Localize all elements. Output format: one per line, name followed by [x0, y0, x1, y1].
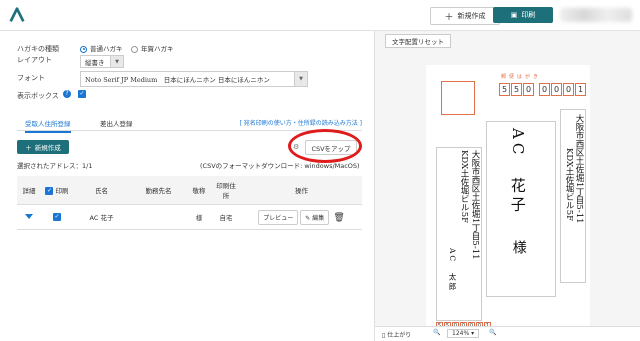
type-radio-newyear[interactable]: 年賀ハガキ: [131, 43, 174, 53]
check-icon[interactable]: ✓: [45, 187, 54, 195]
expand-cell[interactable]: [17, 204, 41, 230]
postal-separator: [535, 83, 538, 96]
type-option-normal-label: 普通ハガキ: [90, 45, 123, 53]
postal-digit: 1: [575, 83, 586, 96]
postal-digit: 0: [563, 83, 574, 96]
tab-bar: 受取人住所登録 差出人登録 [ 宛名印刷の使い方・住所録の読み込み方法 ]: [17, 114, 363, 133]
postal-digit: 0: [551, 83, 562, 96]
selected-count: 選択されたアドレス：1/1: [17, 162, 93, 170]
table-header: 詳細 ✓ 印刷 氏名 勤務先名 敬称 印刷住所 操作: [17, 176, 362, 205]
printer-icon: ▣: [510, 11, 518, 19]
col-name: 氏名: [73, 176, 130, 205]
col-print-label: 印刷: [55, 187, 69, 195]
col-address: 印刷住所: [211, 176, 241, 205]
zoom-select[interactable]: 124% ▾: [447, 329, 480, 338]
zoom-in-icon[interactable]: 🔍: [489, 329, 496, 336]
font-label: フォント: [17, 74, 45, 82]
caret-down-icon: [25, 214, 33, 219]
type-option-newyear-label: 年賀ハガキ: [141, 45, 174, 53]
edit-button[interactable]: ✎ 編集: [300, 209, 330, 225]
font-select-value: Noto Serif JP Medium 日本にほんニホン 日本にほんニホン: [85, 76, 270, 84]
postal-digit: 5: [511, 83, 522, 96]
address-line2: KDX土佐堀ビル5F: [564, 148, 574, 222]
print-button-label: 印刷: [521, 11, 536, 19]
name-cell: AC 花子: [73, 204, 130, 230]
address-table: 詳細 ✓ 印刷 氏名 勤務先名 敬称 印刷住所 操作 ✓ AC 花子 様 自宅 …: [17, 176, 362, 230]
document-icon: ▯: [382, 332, 386, 339]
new-button-label: 新規作成: [457, 12, 486, 20]
font-select[interactable]: Noto Serif JP Medium 日本にほんニホン 日本にほんニホン ▼: [80, 71, 308, 87]
layout-select-value: 縦書き: [85, 58, 105, 67]
honorific-text: 様: [510, 240, 527, 254]
sender-address2: KDX土佐堀ビル5F: [459, 150, 469, 224]
col-actions: 操作: [241, 176, 362, 205]
recipient-address-box[interactable]: 大阪市西区土佐堀1丁目5-11 KDX土佐堀ビル5F: [560, 109, 586, 283]
add-address-label: 新規作成: [34, 144, 61, 152]
preview-panel: 文字配置リセット 郵便はがき 5 5 0 0 0 0 1 大阪市西区土佐堀1丁目…: [374, 31, 640, 341]
finish-toggle[interactable]: ▯ 仕上がり: [382, 330, 411, 339]
type-label: ハガキの種類: [17, 45, 59, 53]
company-cell: [130, 204, 187, 230]
sender-name: AC 太郎: [448, 248, 457, 292]
print-button[interactable]: ▣ 印刷: [493, 7, 553, 23]
logo-icon[interactable]: [8, 6, 26, 24]
layout-label: レイアウト: [17, 56, 52, 64]
actions-cell: プレビュー ✎ 編集 🗑: [241, 204, 362, 230]
layout-select[interactable]: 縦書き ▼: [80, 55, 124, 68]
edit-label: 編集: [312, 214, 325, 222]
postal-code-boxes: 5 5 0 0 0 0 1: [499, 83, 586, 96]
tab-recipient[interactable]: 受取人住所登録: [25, 118, 71, 133]
address-line1: 大阪市西区土佐堀1丁目5-11: [574, 114, 584, 224]
check-icon: ✓: [53, 213, 61, 221]
col-honorific: 敬称: [187, 176, 211, 205]
help-link[interactable]: [ 宛名印刷の使い方・住所録の読み込み方法 ]: [240, 118, 363, 127]
finish-label: 仕上がり: [387, 332, 412, 339]
postcard-preview: 郵便はがき 5 5 0 0 0 0 1 大阪市西区土佐堀1丁目5-11 KDX土…: [426, 65, 590, 331]
plus-icon: ＋: [444, 12, 454, 23]
postcard-header: 郵便はがき: [501, 74, 542, 80]
zoom-value: 124%: [452, 330, 470, 337]
postal-digit: 5: [499, 83, 510, 96]
user-menu[interactable]: [560, 8, 632, 22]
highlight-circle: [288, 129, 362, 163]
pencil-icon: ✎: [305, 214, 311, 222]
new-button[interactable]: ＋ 新規作成: [430, 7, 500, 25]
settings-panel: ハガキの種類 普通ハガキ 年賀ハガキ レイアウト 縦書き ▼ フォント Noto…: [0, 31, 373, 341]
help-icon[interactable]: ?: [63, 90, 71, 98]
recipient-name: AC 花子: [508, 128, 527, 216]
tab-sender[interactable]: 差出人登録: [100, 118, 133, 128]
chevron-down-icon: ▼: [294, 72, 307, 86]
top-bar: ＋ 新規作成 ▣ 印刷: [0, 0, 640, 31]
col-detail: 詳細: [17, 176, 41, 205]
plus-icon: ＋: [25, 144, 32, 152]
trash-icon[interactable]: 🗑: [333, 213, 344, 223]
preview-button[interactable]: プレビュー: [258, 209, 299, 225]
box-label: 表示ボックス: [17, 92, 59, 100]
stamp-box: [441, 81, 475, 115]
chevron-down-icon: ▼: [110, 56, 123, 67]
type-radio-normal[interactable]: 普通ハガキ: [80, 43, 123, 53]
table-row: ✓ AC 花子 様 自宅 プレビュー ✎ 編集 🗑: [17, 204, 362, 230]
postal-digit: 0: [539, 83, 550, 96]
col-company: 勤務先名: [130, 176, 187, 205]
csv-format-link[interactable]: (CSVのフォーマットダウンロード: windows/MacOS): [200, 160, 360, 170]
recipient-name-box[interactable]: AC 花子 様: [486, 121, 556, 297]
radio-on-icon: [80, 45, 87, 53]
preview-footer: ▯ 仕上がり 🔍 124% ▾ 🔍: [375, 326, 640, 341]
zoom-out-icon[interactable]: 🔍: [433, 329, 440, 336]
radio-off-icon: [131, 45, 138, 53]
print-cell[interactable]: ✓: [41, 204, 73, 230]
box-checkbox[interactable]: ✓: [78, 90, 86, 98]
reset-layout-button[interactable]: 文字配置リセット: [385, 34, 451, 48]
col-address-label: 印刷住所: [216, 182, 236, 200]
sender-address1: 大阪市西区土佐堀1丁目5-11: [470, 150, 480, 260]
honorific-cell: 様: [187, 204, 211, 230]
postal-digit: 0: [523, 83, 534, 96]
sender-box[interactable]: 大阪市西区土佐堀1丁目5-11 KDX土佐堀ビル5F AC 太郎: [436, 147, 482, 321]
col-print: ✓ 印刷: [41, 176, 73, 205]
check-icon: ✓: [78, 90, 86, 98]
add-address-button[interactable]: ＋ 新規作成: [17, 140, 69, 154]
address-cell: 自宅: [211, 204, 241, 230]
